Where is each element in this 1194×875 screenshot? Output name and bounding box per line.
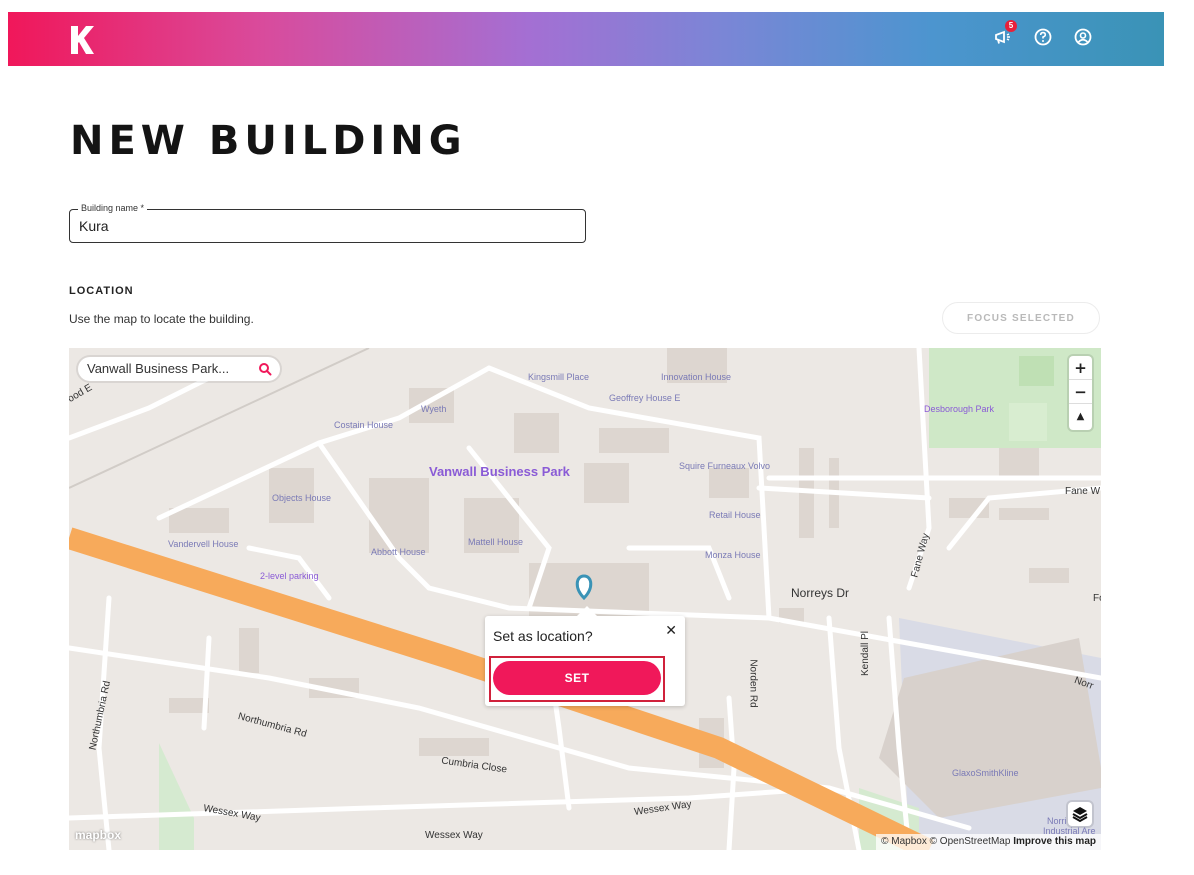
search-icon[interactable] (258, 362, 272, 376)
set-location-button[interactable]: SET (493, 661, 661, 695)
map-navigation-controls: + − ▲ (1069, 356, 1092, 430)
set-location-popup: Set as location? ✕ SET (485, 606, 685, 706)
focus-selected-button[interactable]: FOCUS SELECTED (942, 302, 1100, 334)
attribution-mapbox-link[interactable]: © Mapbox (881, 836, 927, 847)
map-label: Geoffrey House E (609, 393, 681, 403)
map-label: Vanwall Business Park (429, 464, 570, 479)
map-label: Norden Rd (747, 659, 759, 708)
map-label: Monza House (705, 550, 761, 560)
zoom-out-button[interactable]: − (1069, 380, 1092, 404)
account-icon[interactable] (1072, 26, 1094, 48)
zoom-in-button[interactable]: + (1069, 356, 1092, 380)
map-view[interactable]: Kingsmill Place Innovation House Geoffre… (69, 348, 1101, 850)
improve-map-link[interactable]: Improve this map (1013, 836, 1096, 847)
map-attribution: © Mapbox © OpenStreetMap Improve this ma… (876, 834, 1101, 850)
map-label: Innovation House (661, 372, 732, 382)
map-label: Kendall Pl (860, 630, 872, 677)
map-label: Fane W (1065, 486, 1101, 497)
map-label: Abbott House (371, 547, 426, 557)
map-label: Fo (1093, 593, 1101, 604)
header-actions: 5 (992, 20, 1094, 48)
map-search-box (78, 357, 280, 381)
map-label: Wyeth (421, 404, 447, 414)
map-label: 2-level parking (260, 571, 319, 581)
map-search-input[interactable] (87, 361, 247, 376)
help-icon[interactable] (1032, 26, 1054, 48)
compass-button[interactable]: ▲ (1069, 404, 1092, 428)
map-label: Squire Furneaux Volvo (679, 461, 771, 471)
notification-badge: 5 (1005, 20, 1017, 32)
map-label: Norreys Dr (791, 586, 850, 600)
map-label: Retail House (709, 510, 761, 520)
building-name-field[interactable]: Building name * (69, 203, 586, 243)
map-label: Kingsmill Place (528, 372, 590, 382)
close-icon[interactable]: ✕ (665, 622, 677, 639)
building-name-input[interactable] (79, 218, 569, 234)
attribution-osm-link[interactable]: © OpenStreetMap (930, 836, 1011, 847)
location-section-title: LOCATION (69, 285, 134, 297)
popup-message: Set as location? (493, 628, 593, 644)
map-base-layer (69, 348, 1101, 850)
map-label: Wessex Way (425, 830, 483, 841)
kura-logo[interactable] (68, 24, 96, 56)
building-name-label: Building name * (78, 203, 148, 213)
map-label: Desborough Park (924, 404, 995, 414)
layers-icon (1072, 807, 1088, 823)
top-navigation-bar: 5 (8, 12, 1164, 66)
map-style-button[interactable] (1068, 802, 1092, 826)
map-label: GlaxoSmithKline (952, 768, 1019, 778)
announcement-icon[interactable]: 5 (992, 20, 1017, 48)
mapbox-logo-text: mapbox (75, 828, 122, 842)
map-label: Mattell House (468, 537, 524, 547)
map-label: Objects House (272, 493, 332, 503)
location-instructions: Use the map to locate the building. (69, 312, 254, 326)
mapbox-logo[interactable]: mapbox (75, 828, 121, 842)
map-label: Vandervell House (168, 539, 239, 549)
map-label: Costain House (334, 420, 394, 430)
page-title: NEW BUILDING (70, 118, 467, 164)
